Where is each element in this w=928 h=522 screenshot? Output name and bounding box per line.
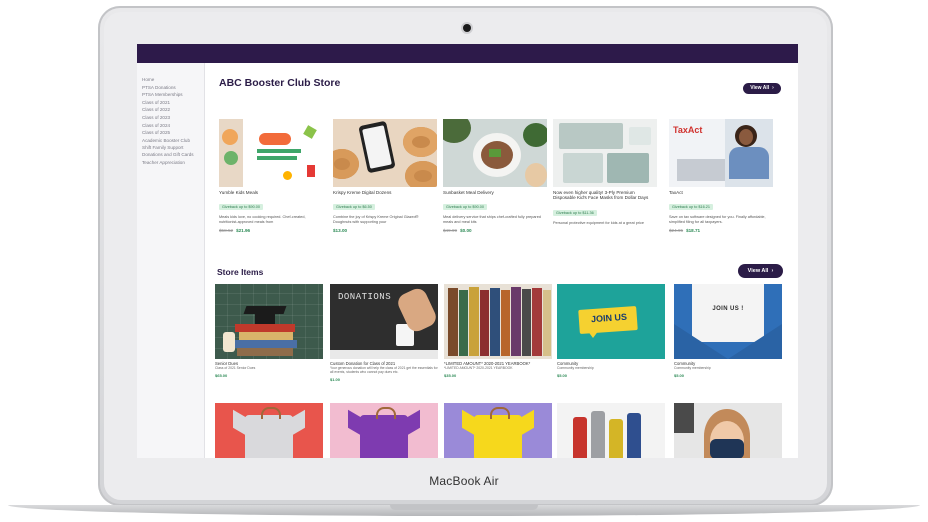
store-title: ABC Booster Club Store — [219, 77, 341, 89]
main-content: ABC Booster Club Store View All › Yumble … — [205, 63, 798, 458]
view-all-label: View All — [750, 85, 770, 91]
featured-name: Krispy Kreme Digital Dozens — [333, 190, 392, 195]
item-subtitle: *LIMITED AMOUNT* 2020-2021 YEARBOOK — [444, 366, 513, 370]
new-price: $0.00 — [460, 227, 472, 233]
grey-tshirt-image[interactable] — [215, 403, 323, 458]
item-subtitle: Your generous donation will help the cla… — [330, 366, 438, 375]
join-us-text: JOIN US ! — [712, 306, 744, 312]
child-mask-image[interactable] — [674, 403, 782, 458]
item-price: $5.00 — [557, 373, 568, 379]
sidebar-item-class-2024[interactable]: Class of 2024 — [137, 123, 204, 130]
featured-description: Save on tax software designed for you. F… — [669, 215, 766, 224]
yumble-meals-image — [219, 119, 323, 187]
top-navigation-bar — [137, 44, 798, 63]
brand-label: MacBook Air — [429, 474, 499, 488]
featured-card[interactable]: Sunbasket Meal Delivery Giveback up to $… — [443, 119, 547, 233]
new-price: $18.71 — [686, 227, 701, 233]
purple-tshirt-image[interactable] — [330, 403, 438, 458]
camera-icon — [463, 24, 471, 32]
giveback-badge: Giveback up to $90.00 — [443, 204, 487, 211]
sidebar-item-ptsa-donations[interactable]: PTSA Donations — [137, 85, 204, 92]
store-item-card[interactable]: Senior Dues Class of 2021 Senior Dues $6… — [215, 284, 323, 378]
store-item-card[interactable]: *LIMITED AMOUNT* 2020-2021 YEARBOOK* *LI… — [444, 284, 552, 378]
featured-description: Meal delivery service that ships chef-cr… — [443, 215, 541, 224]
chevron-right-icon: › — [771, 268, 774, 274]
face-masks-image — [553, 119, 657, 187]
featured-name: Now even higher quality! 3-Ply Premium D… — [553, 190, 649, 201]
taxact-image: TaxAct — [669, 119, 773, 187]
featured-price: $49.99 $0.00 — [443, 228, 547, 233]
meal-delivery-image — [443, 119, 547, 187]
old-price: $58.52 — [219, 227, 234, 233]
featured-name: Yumble Kids Meals — [219, 190, 259, 195]
sidebar-item-home[interactable]: Home — [137, 77, 204, 84]
water-bottles-image[interactable] — [557, 403, 665, 458]
sidebar-item-class-2023[interactable]: Class of 2023 — [137, 115, 204, 122]
sidebar-item-class-2025[interactable]: Class of 2025 — [137, 130, 204, 137]
sidebar-item-class-2021[interactable]: Class of 2021 — [137, 100, 204, 107]
featured-description: Combine the joy of Krispy Kreme Original… — [333, 215, 419, 224]
featured-card[interactable]: Krispy Kreme Digital Dozens Giveback up … — [333, 119, 437, 233]
featured-description: Meals kids love, no cooking required. Ch… — [219, 215, 306, 224]
featured-card[interactable]: TaxAct TaxAct Giveback up to $16.21 Save… — [669, 119, 773, 233]
featured-price: $13.00 — [333, 228, 437, 233]
sidebar-item-class-2022[interactable]: Class of 2022 — [137, 107, 204, 114]
store-item-card[interactable]: DONATIONS Custom Donation for Class of 2… — [330, 284, 438, 382]
new-price: $13.00 — [333, 227, 348, 233]
laptop-screen: Home PTSA Donations PTSA Memberships Cla… — [137, 44, 798, 458]
item-price: $35.00 — [444, 373, 457, 379]
item-subtitle: Community membership — [557, 366, 594, 370]
taxact-logo: TaxAct — [673, 125, 703, 135]
store-item-card[interactable]: JOIN US ! Community Community membership… — [674, 284, 782, 378]
item-price: $65.00 — [215, 373, 228, 379]
donations-jar-image: DONATIONS — [330, 284, 438, 359]
sidebar-item-teacher-appreciation[interactable]: Teacher Appreciation — [137, 160, 204, 167]
giveback-badge: Giveback up to $90.00 — [219, 204, 263, 211]
featured-price: $24.95 $18.71 — [669, 228, 773, 233]
join-us-paper-image: JOIN US ! — [674, 284, 782, 359]
store-items-view-all-button[interactable]: View All › — [738, 264, 783, 278]
giveback-badge: Giveback up to $11.36 — [553, 209, 597, 216]
featured-price: $58.52 $21.96 — [219, 228, 323, 233]
old-price: $24.95 — [669, 227, 684, 233]
giveback-badge: Giveback up to $6.50 — [333, 204, 375, 211]
item-price: $5.00 — [674, 373, 685, 379]
sidebar-item-ptsa-memberships[interactable]: PTSA Memberships — [137, 92, 204, 99]
yearbooks-image — [444, 284, 552, 359]
old-price: $49.99 — [443, 227, 458, 233]
laptop-base-notch — [390, 505, 538, 510]
featured-view-all-button[interactable]: View All › — [743, 83, 781, 94]
item-subtitle: Class of 2021 Senior Dues — [215, 366, 256, 370]
chevron-right-icon: › — [772, 85, 774, 91]
item-subtitle: Community membership — [674, 366, 711, 370]
graduation-books-image — [215, 284, 323, 359]
new-price: $21.96 — [236, 227, 251, 233]
donuts-image — [333, 119, 437, 187]
featured-card[interactable]: Yumble Kids Meals Giveback up to $90.00 … — [219, 119, 323, 233]
join-us-sign-image: JOIN US — [557, 284, 665, 359]
featured-name: Sunbasket Meal Delivery — [443, 190, 494, 195]
store-item-card[interactable]: JOIN US Community Community membership $… — [557, 284, 665, 378]
sidebar-item-academic-booster[interactable]: Academic Booster Club — [137, 138, 204, 145]
item-price: $1.00 — [330, 377, 341, 383]
store-items-title: Store Items — [217, 267, 264, 277]
sidebar-item-family-support[interactable]: Shift Family Support Donations and Gift … — [137, 145, 200, 158]
view-all-label: View All — [747, 268, 769, 274]
donations-sign: DONATIONS — [338, 292, 392, 302]
featured-card[interactable]: Now even higher quality! 3-Ply Premium D… — [553, 119, 657, 225]
featured-name: TaxAct — [669, 190, 683, 195]
featured-description: Personal protective equipment for kids a… — [553, 220, 644, 225]
yellow-tshirt-image[interactable] — [444, 403, 552, 458]
sidebar: Home PTSA Donations PTSA Memberships Cla… — [137, 63, 205, 458]
giveback-badge: Giveback up to $16.21 — [669, 204, 713, 211]
